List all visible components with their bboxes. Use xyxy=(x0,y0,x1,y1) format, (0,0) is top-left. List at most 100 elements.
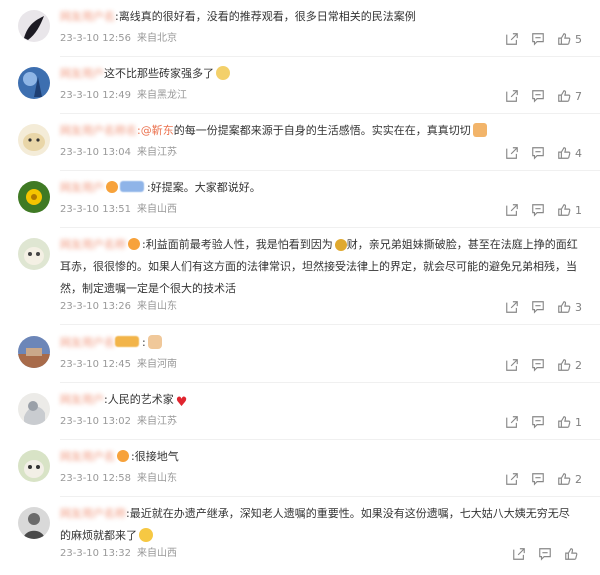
comment-button[interactable] xyxy=(531,415,545,429)
thumbs-up-icon xyxy=(558,147,571,159)
comment-text-line: 网友用户名 :很接地气 xyxy=(60,446,580,468)
comment-meta: 23-3-10 13:26 来自山东 xyxy=(60,300,183,314)
like-button[interactable]: 5 xyxy=(557,32,582,46)
comment-button[interactable] xyxy=(531,472,545,486)
username[interactable]: 网友用户名称 xyxy=(60,238,126,251)
comment-date: 23-3-10 12:45 xyxy=(60,359,132,370)
avatar[interactable] xyxy=(18,507,50,539)
comment-text: 这不比那些砖家强多了 xyxy=(104,67,214,80)
comment-text: :很接地气 xyxy=(131,450,179,463)
comment-meta: 23-3-10 13:04 来自江苏 xyxy=(60,146,183,160)
avatar[interactable] xyxy=(18,450,50,482)
comment-button[interactable] xyxy=(531,358,545,372)
comment-button[interactable] xyxy=(531,146,545,160)
like-button[interactable]: 2 xyxy=(557,358,582,372)
comment-text-line: 网友用户名: xyxy=(60,332,580,354)
comment-icon xyxy=(532,147,544,160)
avatar[interactable] xyxy=(18,336,50,368)
comment-location: 来自山东 xyxy=(137,473,178,484)
username[interactable]: 网友用户 xyxy=(60,67,104,80)
like-button[interactable]: 4 xyxy=(557,146,582,160)
crown-badge-icon xyxy=(106,181,118,193)
comment-actions: 5 xyxy=(505,31,582,47)
comment-date: 23-3-10 13:04 xyxy=(60,147,132,158)
divider xyxy=(60,439,600,440)
avatar[interactable] xyxy=(18,124,50,156)
divider xyxy=(60,324,600,325)
avatar[interactable] xyxy=(18,67,50,99)
cat-emoji-icon xyxy=(216,66,230,80)
share-icon xyxy=(506,33,518,45)
comment-text-line: 网友用户名:离线真的很好看，没看的推荐观看，很多日常相关的民法案例 xyxy=(60,6,580,28)
comment-actions: 2 xyxy=(505,357,582,373)
comment-icon xyxy=(532,90,544,103)
username[interactable]: 网友用户名称 xyxy=(60,507,126,520)
comment-button[interactable] xyxy=(531,203,545,217)
username[interactable]: 网友用户 xyxy=(60,181,104,194)
comment-location: 来自山东 xyxy=(137,301,178,312)
like-count: 5 xyxy=(575,32,582,46)
like-button[interactable]: 2 xyxy=(557,472,582,486)
comment-meta: 23-3-10 13:51 来自山西 xyxy=(60,203,183,217)
comment-list: 网友用户名:离线真的很好看，没看的推荐观看，很多日常相关的民法案例 23-3-1… xyxy=(0,0,600,575)
comment-actions: 3 xyxy=(505,299,582,315)
like-count: 4 xyxy=(575,146,582,160)
comment-text: : xyxy=(142,336,146,349)
username[interactable]: 网友用户名称名 xyxy=(60,124,137,137)
like-button[interactable]: 3 xyxy=(557,300,582,314)
crown-badge-icon xyxy=(117,450,129,462)
comment-icon xyxy=(532,204,544,217)
share-button[interactable] xyxy=(505,32,519,46)
crying-emoji-icon xyxy=(139,528,153,542)
heart-emoji-icon: ♥ xyxy=(175,395,188,410)
like-button[interactable]: 7 xyxy=(557,89,582,103)
like-button[interactable] xyxy=(564,547,582,561)
comment-text-line: 网友用户名称:利益面前最考验人性，我是怕看到因为 财，亲兄弟姐妹撕破脸，甚至在法庭… xyxy=(60,234,580,300)
username[interactable]: 网友用户名 xyxy=(60,10,115,23)
comment-text-line: 网友用户:好提案。大家都说好。 xyxy=(60,177,580,199)
share-button[interactable] xyxy=(505,89,519,103)
comment-actions: 1 xyxy=(505,202,582,218)
comment-actions: 2 xyxy=(505,471,582,487)
thumbs-up-icon xyxy=(558,204,571,216)
share-button[interactable] xyxy=(505,472,519,486)
avatar[interactable] xyxy=(18,238,50,270)
share-button[interactable] xyxy=(505,203,519,217)
comment-button[interactable] xyxy=(531,89,545,103)
comment-meta: 23-3-10 12:58 来自山东 xyxy=(60,472,183,486)
comment-text-line: 网友用户:人民的艺术家 ♥ xyxy=(60,389,580,414)
comment-actions: 1 xyxy=(505,414,582,430)
comment-actions: 7 xyxy=(505,88,582,104)
mention-link[interactable]: :@靳东 xyxy=(137,124,174,137)
share-button[interactable] xyxy=(505,358,519,372)
comment-location: 来自山西 xyxy=(137,548,178,559)
comment-meta: 23-3-10 12:45 来自河南 xyxy=(60,358,183,372)
comment-button[interactable] xyxy=(538,547,552,561)
comment-location: 来自北京 xyxy=(137,33,178,44)
comment-meta: 23-3-10 13:02 来自江苏 xyxy=(60,415,183,429)
comment-button[interactable] xyxy=(531,300,545,314)
like-button[interactable]: 1 xyxy=(557,203,582,217)
share-button[interactable] xyxy=(505,300,519,314)
comment-date: 23-3-10 12:49 xyxy=(60,90,132,101)
username[interactable]: 网友用户 xyxy=(60,393,104,406)
comment-location: 来自山西 xyxy=(137,204,178,215)
like-button[interactable]: 1 xyxy=(557,415,582,429)
username[interactable]: 网友用户名 xyxy=(60,450,115,463)
avatar[interactable] xyxy=(18,10,50,42)
avatar[interactable] xyxy=(18,393,50,425)
share-icon xyxy=(506,359,518,371)
share-icon xyxy=(506,301,518,313)
username[interactable]: 网友用户名 xyxy=(60,336,115,349)
thumbs-up-icon xyxy=(558,359,571,371)
like-count: 1 xyxy=(575,203,582,217)
comment-actions: 4 xyxy=(505,145,582,161)
thumbs-up-icon xyxy=(558,473,571,485)
share-button[interactable] xyxy=(512,547,526,561)
comment-button[interactable] xyxy=(531,32,545,46)
avatar[interactable] xyxy=(18,181,50,213)
share-button[interactable] xyxy=(505,415,519,429)
share-button[interactable] xyxy=(505,146,519,160)
divider xyxy=(60,56,600,57)
share-icon xyxy=(506,90,518,102)
